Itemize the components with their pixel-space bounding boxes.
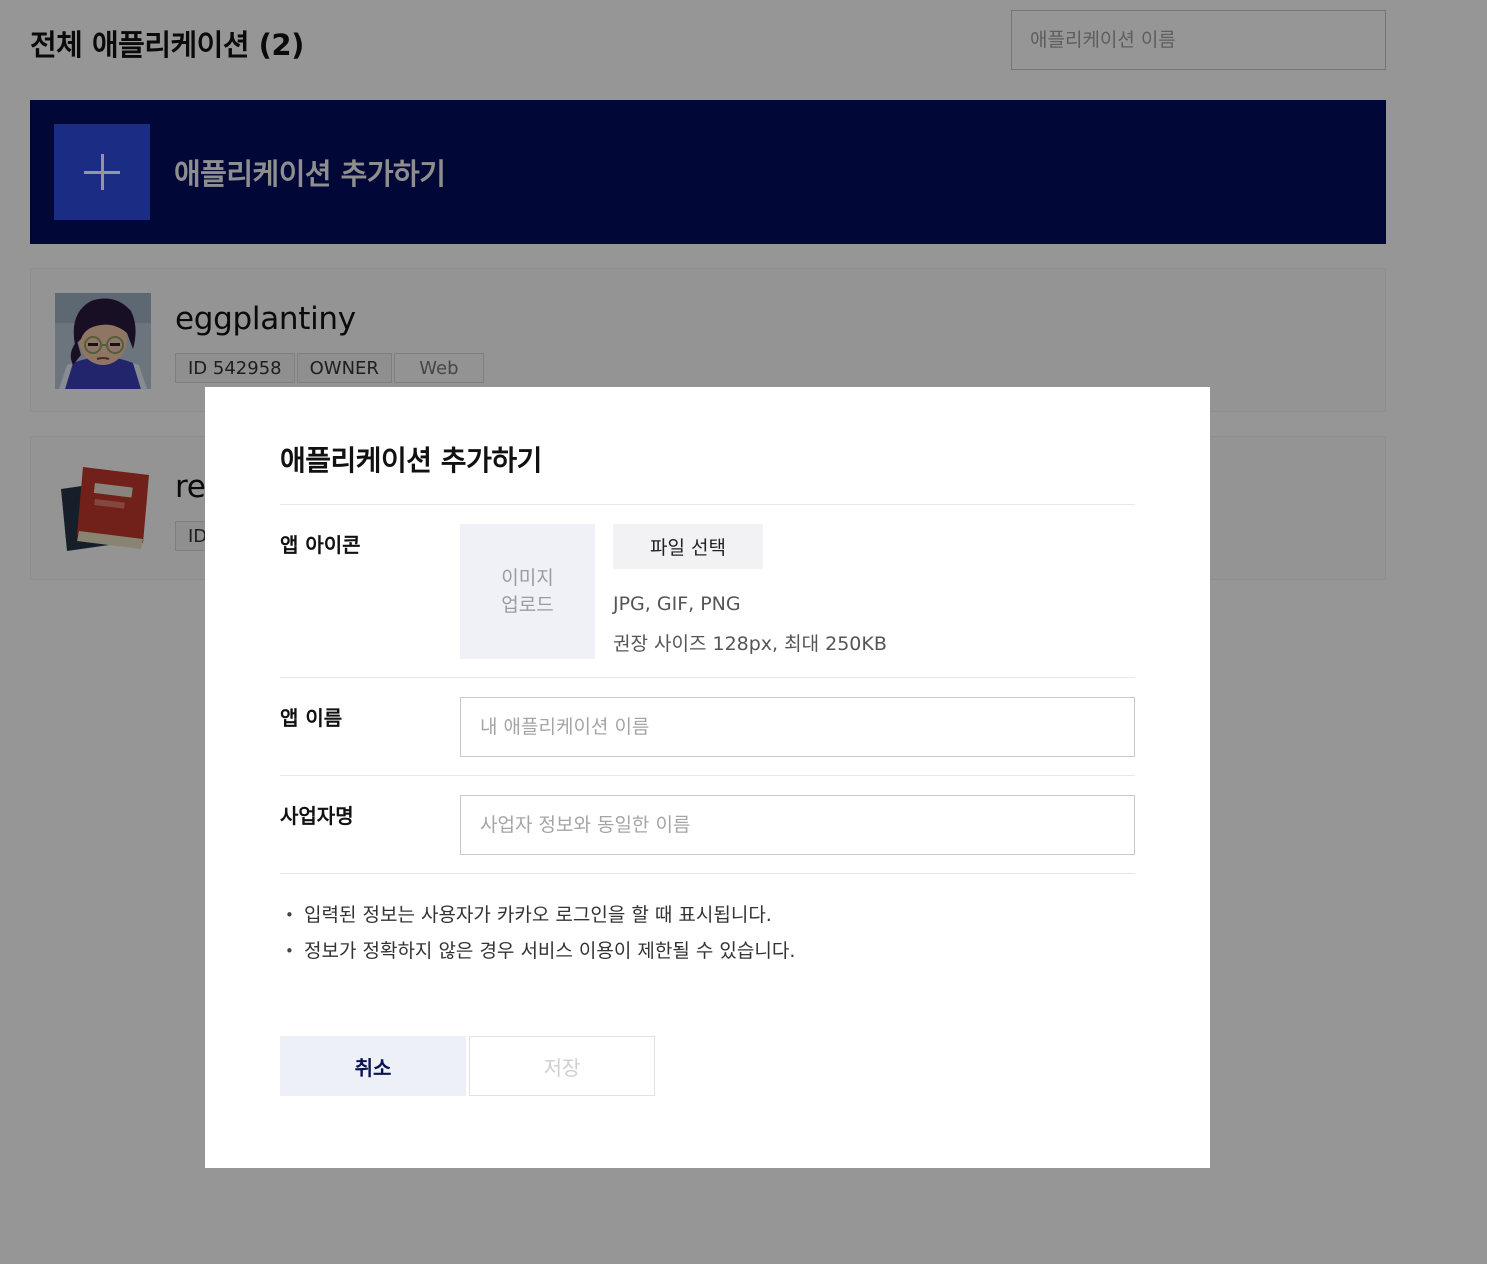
notice-item: 정보가 정확하지 않은 경우 서비스 이용이 제한될 수 있습니다. [285, 933, 795, 969]
business-name-input[interactable] [460, 795, 1135, 855]
file-format-hint: JPG, GIF, PNG [613, 593, 741, 615]
business-name-label: 사업자명 [280, 804, 354, 828]
save-button[interactable]: 저장 [469, 1036, 655, 1096]
modal-title: 애플리케이션 추가하기 [280, 444, 542, 477]
notice-item: 입력된 정보는 사용자가 카카오 로그인을 할 때 표시됩니다. [285, 897, 795, 933]
divider [280, 504, 1135, 505]
app-name-label: 앱 이름 [280, 706, 343, 730]
add-application-modal: 애플리케이션 추가하기 앱 아이콘 이미지 업로드 파일 선택 JPG, GIF… [205, 387, 1210, 1168]
divider [280, 775, 1135, 776]
divider [280, 873, 1135, 874]
cancel-button[interactable]: 취소 [280, 1036, 466, 1096]
file-size-hint: 권장 사이즈 128px, 최대 250KB [613, 633, 887, 655]
upload-text-line2: 업로드 [501, 593, 554, 616]
file-select-button[interactable]: 파일 선택 [613, 524, 763, 569]
app-name-input[interactable] [460, 697, 1135, 757]
upload-text-line1: 이미지 [501, 566, 554, 589]
notice-list: 입력된 정보는 사용자가 카카오 로그인을 할 때 표시됩니다. 정보가 정확하… [285, 897, 795, 969]
app-icon-label: 앱 아이콘 [280, 533, 361, 557]
image-upload-box[interactable]: 이미지 업로드 [460, 524, 595, 659]
divider [280, 677, 1135, 678]
